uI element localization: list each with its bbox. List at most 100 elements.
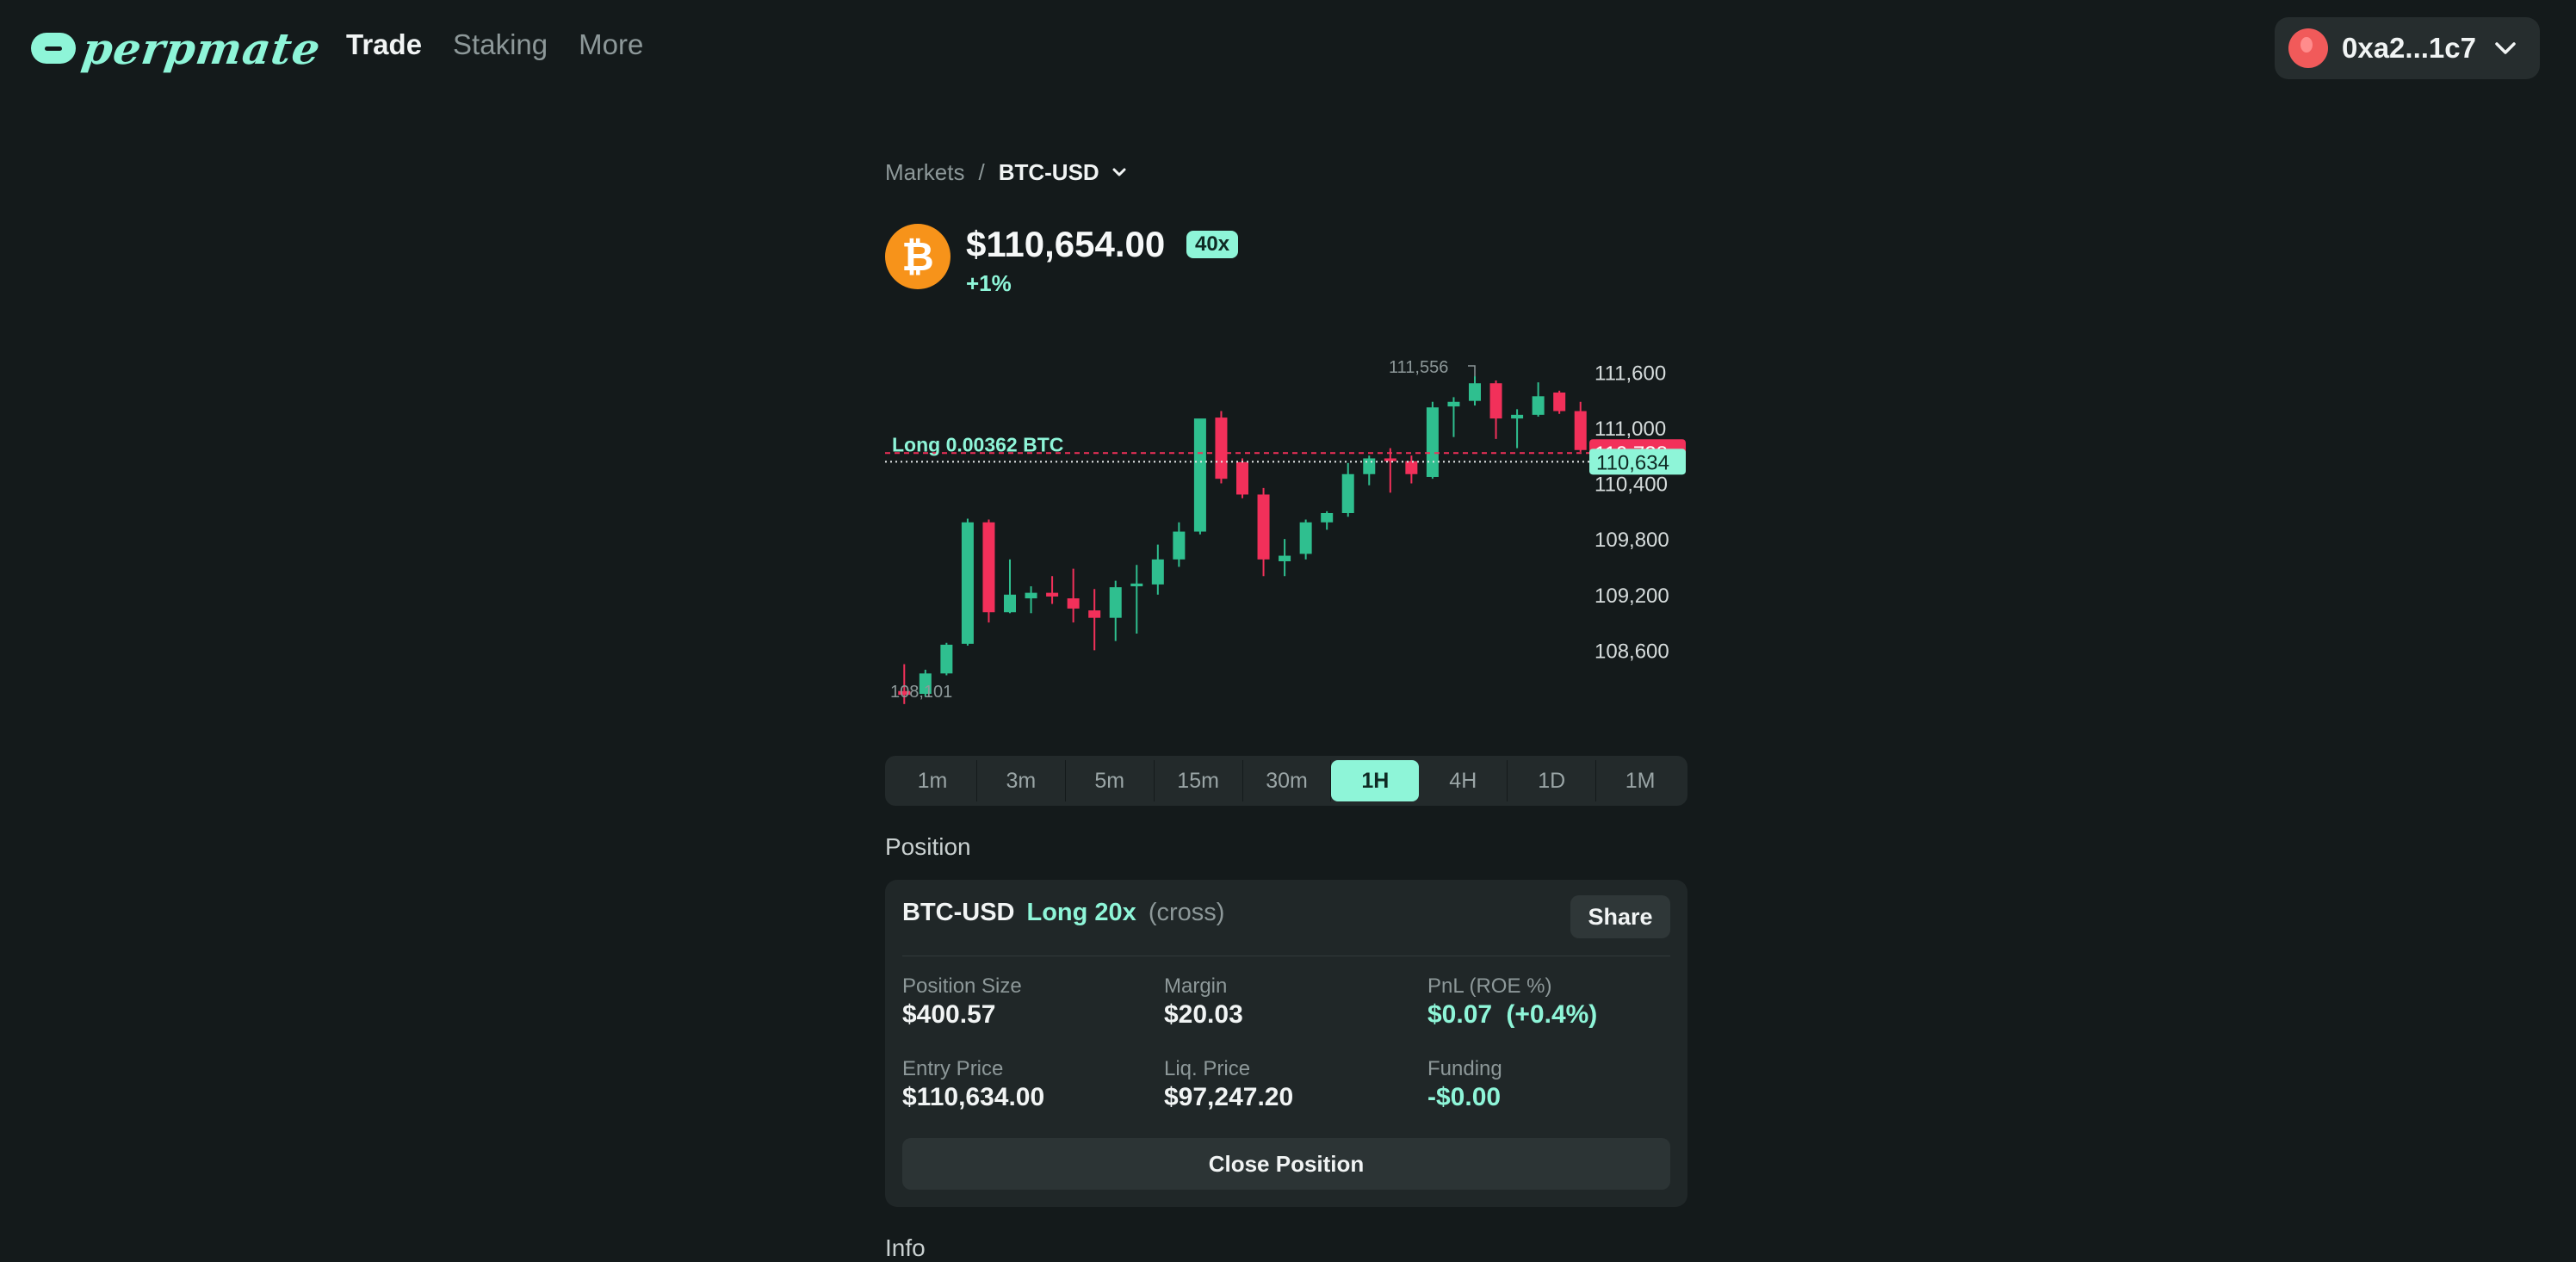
- logo-mark-icon: [31, 33, 76, 64]
- candle-body: [1299, 522, 1312, 554]
- price-chart[interactable]: Long 0.00362 BTC 111,600 111,000 110,400 109…: [885, 344, 1687, 706]
- candle-body: [1426, 407, 1439, 477]
- candle-body: [982, 522, 995, 613]
- stat-value: $0.07 (+0.4%): [1427, 1000, 1597, 1030]
- wallet-button[interactable]: 0xa2...1c7: [2275, 17, 2540, 79]
- candle-body: [1553, 393, 1566, 411]
- candle-body: [1405, 461, 1418, 474]
- stat-label: PnL (ROE %): [1427, 974, 1552, 998]
- candle-body: [1341, 473, 1354, 513]
- margin-mode: (cross): [1148, 899, 1225, 926]
- wallet-address: 0xa2...1c7: [2342, 32, 2476, 64]
- wallet-avatar: [2288, 28, 2328, 68]
- candle-body: [940, 644, 953, 674]
- breadcrumb-markets-link[interactable]: Markets: [885, 159, 964, 186]
- pnl-value: $0.07: [1427, 1000, 1493, 1029]
- interval-30m[interactable]: 30m: [1243, 760, 1332, 801]
- candle-body: [1363, 458, 1376, 474]
- candle-body: [961, 522, 974, 644]
- y-tick-label: 110,400: [1595, 473, 1668, 497]
- max-leverage-badge: 40x: [1186, 231, 1239, 258]
- position-market: BTC-USD: [902, 899, 1015, 926]
- nav-links: Trade Staking More: [346, 28, 643, 61]
- market-selector-label: BTC-USD: [998, 158, 1099, 185]
- candle-body: [1151, 559, 1164, 585]
- y-tick-label: 108,600: [1595, 640, 1669, 663]
- stat-entry-price: Entry Price $110,634.00: [902, 1057, 1044, 1112]
- breadcrumb: Markets / BTC-USD: [885, 146, 1687, 198]
- nav-link-staking[interactable]: Staking: [453, 28, 548, 61]
- candle-body: [1046, 592, 1059, 597]
- candle-body: [1215, 418, 1228, 479]
- stat-label: Funding: [1427, 1057, 1502, 1080]
- candle-body: [1130, 583, 1143, 587]
- interval-5m[interactable]: 5m: [1066, 760, 1155, 801]
- candle-body: [1511, 414, 1524, 419]
- close-position-button[interactable]: Close Position: [902, 1138, 1670, 1190]
- y-tick-label: 109,800: [1595, 529, 1669, 552]
- stat-margin: Margin $20.03: [1164, 974, 1243, 1030]
- candle-body: [1173, 531, 1186, 560]
- nav-link-more[interactable]: More: [579, 28, 643, 61]
- stat-value: -$0.00: [1427, 1083, 1502, 1111]
- chevron-down-icon: [1112, 168, 1126, 176]
- candle-body: [1236, 461, 1248, 495]
- market-selector[interactable]: BTC-USD: [999, 159, 1129, 186]
- stat-label: Liq. Price: [1164, 1057, 1251, 1080]
- interval-1h[interactable]: 1H: [1331, 760, 1420, 801]
- market-column: Markets / BTC-USD ₿ $110,654.00 40x +1% …: [885, 146, 1687, 1261]
- interval-1m[interactable]: 1M: [1596, 760, 1684, 801]
- stat-funding: Funding -$0.00: [1427, 1057, 1502, 1112]
- y-tick-label: 109,200: [1595, 585, 1669, 608]
- stat-value: $97,247.20: [1164, 1083, 1294, 1111]
- ticker-header: ₿ $110,654.00 40x +1%: [885, 224, 1687, 310]
- stat-label: Margin: [1164, 974, 1228, 998]
- candle-body: [1004, 594, 1016, 613]
- interval-4h[interactable]: 4H: [1419, 760, 1508, 801]
- candle-body: [1574, 411, 1587, 450]
- interval-selector: 1m 3m 5m 15m 30m 1H 4H 1D 1M: [885, 756, 1687, 806]
- nav-link-trade[interactable]: Trade: [346, 28, 422, 61]
- candle-body: [1025, 592, 1037, 599]
- y-tick-label: 111,000: [1595, 418, 1666, 441]
- high-price-label: 111,556: [1389, 358, 1448, 377]
- candle-body: [1279, 555, 1291, 561]
- y-tick-label: 111,600: [1595, 362, 1666, 385]
- candle-body: [1532, 396, 1545, 415]
- low-price-label: 108,101: [890, 683, 952, 702]
- stat-value: $110,634.00: [902, 1083, 1045, 1111]
- candle-body: [1193, 418, 1206, 532]
- candle-body: [1469, 383, 1481, 401]
- stat-label: Position Size: [902, 974, 1022, 998]
- position-side: Long 20x: [1026, 899, 1136, 926]
- info-section-title: Info: [885, 1234, 926, 1261]
- candlestick-chart-svg[interactable]: Long 0.00362 BTC 111,600 111,000 110,400 109…: [885, 344, 1687, 706]
- position-price-tag-label: 110,634: [1596, 451, 1669, 474]
- interval-15m[interactable]: 15m: [1155, 760, 1243, 801]
- breadcrumb-separator: /: [978, 158, 985, 185]
- position-section-title: Position: [885, 833, 971, 860]
- stat-pnl: PnL (ROE %) $0.07 (+0.4%): [1427, 974, 1597, 1030]
- candle-body: [1447, 401, 1460, 407]
- perpmate-logo[interactable]: perpmate: [31, 21, 324, 76]
- price-change: +1%: [966, 270, 1012, 296]
- interval-1m[interactable]: 1m: [889, 760, 977, 801]
- interval-1d[interactable]: 1D: [1508, 760, 1597, 801]
- chevron-down-icon: [2495, 42, 2516, 54]
- top-nav: perpmate Trade Staking More 0xa2...1c7: [0, 0, 2576, 98]
- candle-body: [1489, 383, 1502, 419]
- stat-value: $400.57: [902, 1000, 996, 1029]
- position-card: BTC-USD Long 20x (cross) Share Position …: [885, 880, 1687, 1207]
- interval-3m[interactable]: 3m: [977, 760, 1066, 801]
- stat-label: Entry Price: [902, 1057, 1004, 1080]
- candle-body: [1088, 610, 1101, 618]
- bitcoin-icon: ₿: [885, 224, 951, 289]
- stat-value: $20.03: [1164, 1000, 1243, 1029]
- mark-price: $110,654.00: [966, 224, 1166, 264]
- pnl-roe: (+0.4%): [1506, 1000, 1598, 1029]
- stat-position-size: Position Size $400.57: [902, 974, 1022, 1030]
- candle-body: [1384, 458, 1396, 461]
- position-header: BTC-USD Long 20x (cross): [902, 899, 1224, 927]
- candle-body: [1067, 598, 1080, 609]
- share-button[interactable]: Share: [1570, 895, 1670, 938]
